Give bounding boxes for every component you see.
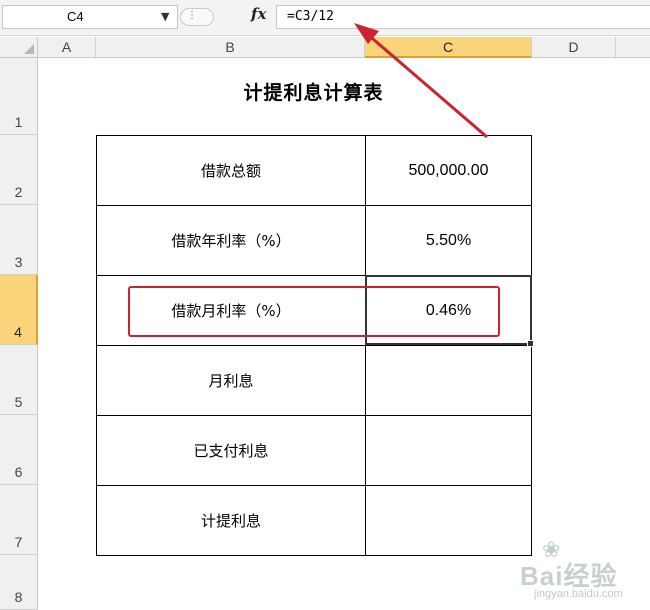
highlight-box [128, 286, 500, 337]
name-box-value: C4 [67, 9, 84, 24]
table-row: 计提利息 [96, 485, 532, 556]
row-header-6[interactable]: 6 [0, 415, 38, 485]
formula-text: =C3/12 [287, 9, 334, 24]
row-number: 3 [14, 254, 23, 270]
row-number: 6 [14, 464, 23, 480]
cell-c6[interactable] [365, 415, 532, 486]
table-row: 已支付利息 [96, 415, 532, 486]
row-number: 7 [14, 534, 23, 550]
row-header-2[interactable]: 2 [0, 135, 38, 205]
column-header-d[interactable]: D [532, 37, 616, 58]
cell-b2[interactable]: 借款总额 [96, 135, 366, 206]
row-number: 1 [14, 114, 23, 130]
cell-c2[interactable]: 500,000.00 [365, 135, 532, 206]
row-number: 4 [14, 324, 22, 340]
cell-b6[interactable]: 已支付利息 [96, 415, 366, 486]
row-number: 2 [14, 184, 23, 200]
row-header-8[interactable]: 8 [0, 555, 38, 610]
select-all-corner[interactable] [0, 37, 38, 58]
formula-input[interactable]: =C3/12 [276, 5, 650, 29]
formula-bar-splitter[interactable]: ⋮ [180, 8, 214, 26]
formula-bar: C4 ▼ ⋮ fx =C3/12 [0, 0, 650, 36]
table-row: 月利息 [96, 345, 532, 416]
table-row: 借款总额 500,000.00 [96, 135, 532, 206]
watermark-logo: ❀ Bai经验 jingyan.baidu.com [520, 538, 640, 606]
watermark-url: jingyan.baidu.com [534, 588, 623, 600]
chevron-down-icon[interactable]: ▼ [161, 10, 169, 23]
row-number: 8 [14, 589, 23, 605]
column-header-e[interactable] [616, 37, 650, 58]
cell-c3[interactable]: 5.50% [365, 205, 532, 276]
cell-b3[interactable]: 借款年利率（%） [96, 205, 366, 276]
cell-b7[interactable]: 计提利息 [96, 485, 366, 556]
cell-c7[interactable] [365, 485, 532, 556]
table-row: 借款年利率（%） 5.50% [96, 205, 532, 276]
row-header-7[interactable]: 7 [0, 485, 38, 555]
sheet-title: 计提利息计算表 [243, 82, 384, 104]
grip-icon: ⋮ [187, 10, 197, 21]
row-header-5[interactable]: 5 [0, 345, 38, 415]
cell-c5[interactable] [365, 345, 532, 416]
row-header-1[interactable]: 1 [0, 58, 38, 135]
column-header-b[interactable]: B [96, 37, 365, 58]
column-header-c[interactable]: C [365, 37, 532, 58]
row-number: 5 [14, 394, 23, 410]
column-header-a[interactable]: A [38, 37, 96, 58]
fx-icon[interactable]: fx [251, 5, 266, 23]
cell-b5[interactable]: 月利息 [96, 345, 366, 416]
name-box[interactable]: C4 ▼ [2, 5, 178, 29]
row-header-3[interactable]: 3 [0, 205, 38, 275]
row-header-4[interactable]: 4 [0, 275, 38, 345]
interest-table: 借款总额 500,000.00 借款年利率（%） 5.50% 借款月利率（%） … [96, 135, 532, 556]
